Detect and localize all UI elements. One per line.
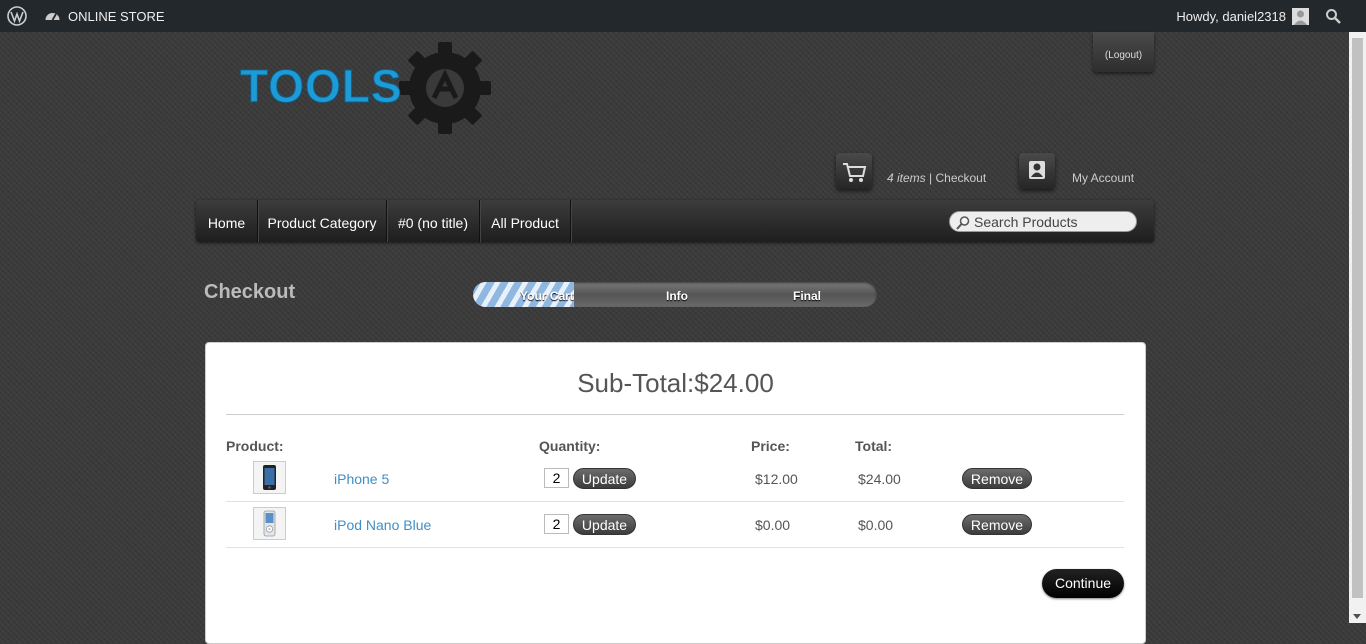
nav-item-all-product[interactable]: All Product bbox=[480, 200, 571, 242]
item-total: $24.00 bbox=[858, 471, 901, 487]
iphone-image bbox=[263, 465, 276, 490]
scroll-down-arrow-icon[interactable] bbox=[1353, 614, 1361, 619]
header-quantity: Quantity: bbox=[539, 438, 601, 454]
update-button[interactable]: Update bbox=[573, 468, 636, 489]
header-product: Product: bbox=[226, 438, 284, 454]
remove-button[interactable]: Remove bbox=[962, 468, 1032, 489]
ipod-nano-image bbox=[263, 510, 276, 537]
user-icon bbox=[1029, 161, 1045, 179]
cart-button[interactable] bbox=[836, 153, 872, 189]
item-total: $0.00 bbox=[858, 517, 894, 533]
user-greeting[interactable]: Howdy, daniel2318 bbox=[1176, 9, 1286, 24]
checkout-progress-bar: Your Cart Info Final bbox=[473, 282, 877, 307]
logout-button[interactable]: (Logout) bbox=[1093, 32, 1154, 72]
nav-item-home[interactable]: Home bbox=[196, 200, 258, 242]
header-price: Price: bbox=[751, 438, 790, 454]
divider bbox=[226, 414, 1124, 415]
cart-panel: Sub-Total:$24.00 Product: Quantity: Pric… bbox=[205, 342, 1146, 644]
step-your-cart: Your Cart bbox=[520, 289, 574, 303]
product-thumbnail[interactable] bbox=[253, 461, 286, 494]
product-name-link[interactable]: iPhone 5 bbox=[334, 471, 389, 487]
cart-item-count[interactable]: 4 items bbox=[887, 171, 926, 185]
row-divider bbox=[226, 547, 1124, 548]
cart-separator: | bbox=[925, 171, 936, 185]
cart-checkout-link[interactable]: Checkout bbox=[935, 171, 986, 185]
item-price: $0.00 bbox=[755, 517, 791, 533]
site-title-link[interactable]: ONLINE STORE bbox=[68, 9, 165, 24]
search-input[interactable] bbox=[974, 213, 1129, 230]
search-icon[interactable] bbox=[1325, 8, 1341, 24]
step-final: Final bbox=[793, 289, 822, 303]
row-divider bbox=[226, 501, 1124, 502]
dashboard-icon[interactable] bbox=[44, 8, 61, 24]
shopping-cart-icon bbox=[843, 163, 867, 182]
page-title: Checkout bbox=[204, 281, 296, 303]
subtotal-heading: Sub-Total:$24.00 bbox=[577, 368, 774, 398]
search-icon bbox=[956, 216, 970, 230]
product-name-link[interactable]: iPod Nano Blue bbox=[334, 517, 431, 533]
cart-summary[interactable]: 4 items | Checkout bbox=[887, 171, 986, 185]
vertical-scrollbar[interactable] bbox=[1349, 32, 1366, 623]
main-navigation: Home Product Category #0 (no title) All … bbox=[196, 200, 1154, 242]
tools-logo-graphic: TOOLS bbox=[240, 42, 491, 134]
product-thumbnail[interactable] bbox=[253, 507, 286, 540]
user-avatar-icon bbox=[1294, 10, 1307, 25]
header-total: Total: bbox=[855, 438, 893, 454]
quantity-input[interactable] bbox=[544, 514, 569, 534]
avatar[interactable] bbox=[1292, 8, 1309, 25]
update-button[interactable]: Update bbox=[573, 514, 636, 535]
nav-item-no-title[interactable]: #0 (no title) bbox=[387, 200, 480, 242]
svg-text:TOOLS: TOOLS bbox=[240, 60, 403, 112]
continue-button[interactable]: Continue bbox=[1042, 569, 1124, 598]
step-info: Info bbox=[666, 289, 688, 303]
admin-bar: ONLINE STORE Howdy, daniel2318 bbox=[0, 0, 1366, 32]
item-price: $12.00 bbox=[755, 471, 798, 487]
site-logo[interactable]: TOOLS bbox=[240, 40, 500, 135]
nav-item-product-category[interactable]: Product Category bbox=[258, 200, 387, 242]
wordpress-logo-icon[interactable] bbox=[7, 6, 27, 26]
scrollbar-thumb[interactable] bbox=[1352, 38, 1363, 598]
account-button[interactable] bbox=[1019, 153, 1055, 189]
search-products-box[interactable] bbox=[949, 211, 1137, 232]
quantity-input[interactable] bbox=[544, 468, 569, 488]
my-account-link[interactable]: My Account bbox=[1072, 171, 1134, 185]
remove-button[interactable]: Remove bbox=[962, 514, 1032, 535]
